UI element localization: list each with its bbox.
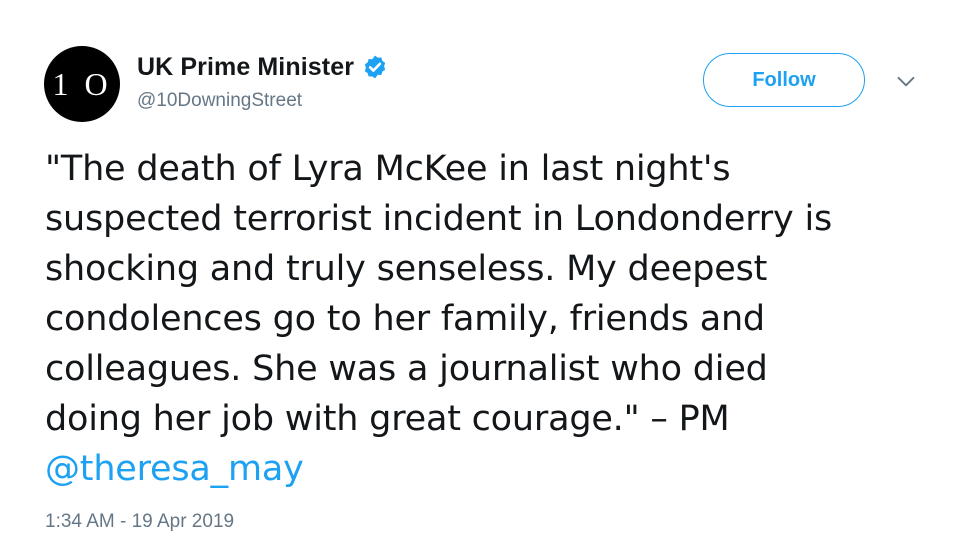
name-row: UK Prime Minister [137,50,388,84]
avatar-logo-text: 1 O [52,65,112,102]
user-handle[interactable]: @10DowningStreet [137,90,388,112]
chevron-down-icon[interactable] [894,72,918,92]
display-name[interactable]: UK Prime Minister [137,53,354,82]
timestamp[interactable]: 1:34 AM - 19 Apr 2019 [45,511,234,533]
verified-badge-icon [362,54,388,80]
follow-button[interactable]: Follow [703,53,865,107]
tweet-text: "The death of Lyra McKee in last night's… [45,144,945,494]
tweet-body: "The death of Lyra McKee in last night's… [45,149,832,439]
user-info: UK Prime Minister @10DowningStreet [137,50,388,112]
tweet-card: 1 O UK Prime Minister @10DowningStreet F… [0,0,976,549]
avatar[interactable]: 1 O [44,46,120,122]
mention-link[interactable]: @theresa_may [45,449,304,489]
